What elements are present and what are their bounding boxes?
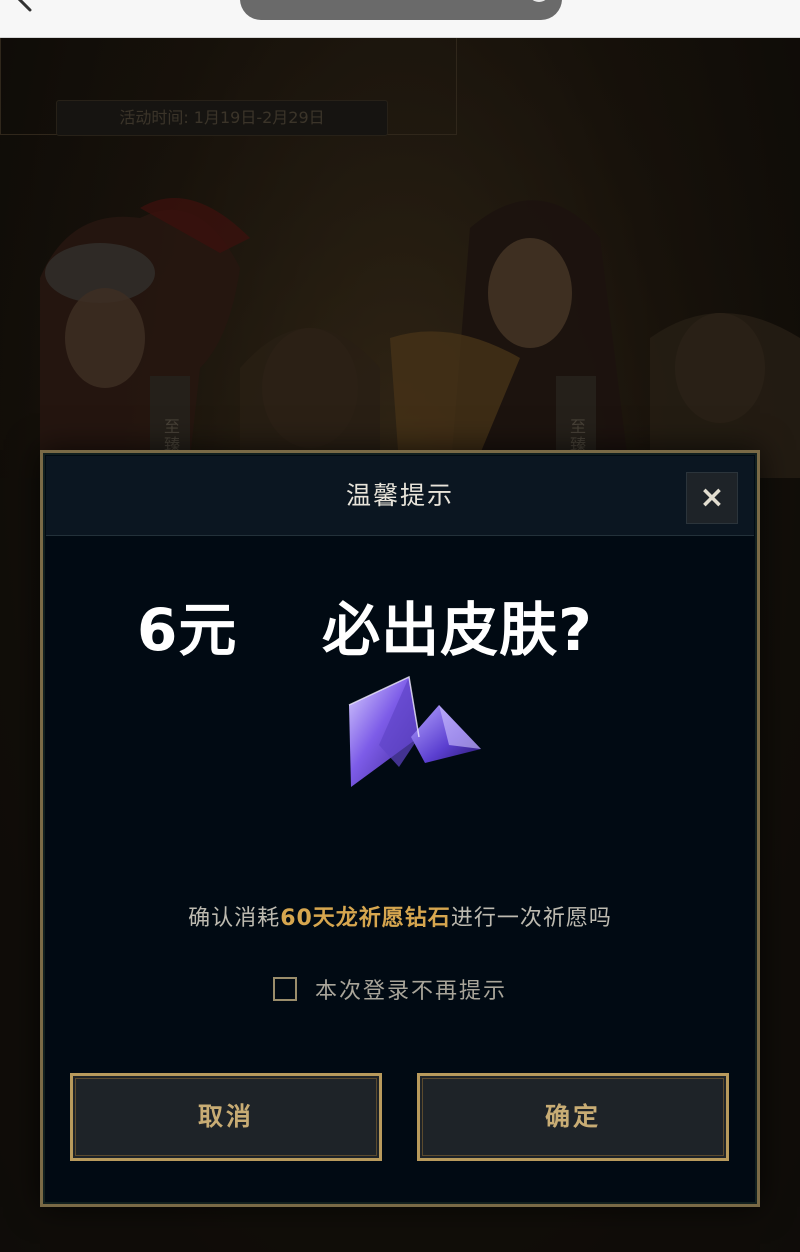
confirm-button[interactable]: 确定 [417,1073,729,1161]
chevron-left-icon[interactable] [10,0,42,18]
confirm-message: 确认消耗60天龙祈愿钻石进行一次祈愿吗 [43,900,757,932]
confirm-suffix: 进行一次祈愿吗 [450,906,612,931]
confirm-cost: 60天龙祈愿钻石 [280,906,451,931]
dont-remind-label[interactable]: 本次登录不再提示 [315,973,507,1005]
confirm-prefix: 确认消耗 [188,906,281,931]
url-bar[interactable]: · · · · · · · · · ··· ··· [240,0,562,20]
circle-icon[interactable] [528,0,550,2]
wish-gem-icon [348,675,481,787]
url-text: · · · · · · · · · ··· ··· [266,0,426,2]
close-icon[interactable]: × [686,472,738,524]
dialog-title: 温馨提示 [345,481,454,510]
checkbox-icon[interactable] [273,977,297,1001]
dont-remind-row[interactable]: 本次登录不再提示 [273,973,507,1005]
browser-top-bar: · · · · · · · · · ··· ··· [0,0,800,38]
headline-text: 6元 必出皮肤? [137,596,593,664]
cancel-button[interactable]: 取消 [70,1073,382,1161]
confirm-dialog: 温馨提示 × 6元 必出皮肤? 确认消耗60天龙祈愿钻石进行一次祈愿吗 本次登录… [40,450,760,1207]
dialog-header: 温馨提示 × [46,456,754,536]
